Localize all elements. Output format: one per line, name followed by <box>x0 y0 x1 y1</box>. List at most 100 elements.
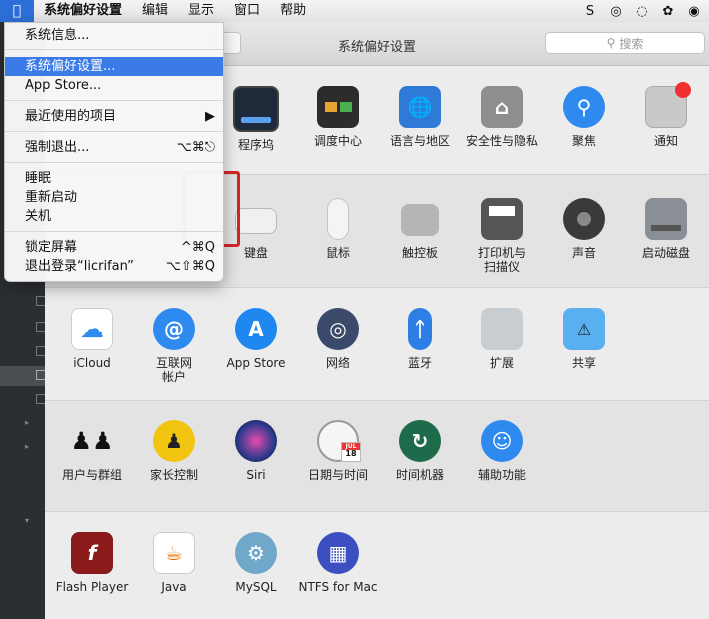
pane-label: 家长控制 <box>149 468 198 482</box>
menu-help[interactable]: 帮助 <box>270 0 316 22</box>
siri-icon <box>235 420 277 462</box>
trackpad-icon <box>401 204 439 236</box>
pane-language-region[interactable]: 🌐 语言与地区 <box>379 86 461 148</box>
sharing-folder-icon: ⚠ <box>563 308 605 350</box>
notifications-icon <box>645 82 691 128</box>
pane-label: 触控板 <box>401 246 438 260</box>
calendar-day: 18 <box>345 449 357 458</box>
flash-icon: f <box>71 532 113 574</box>
ntfs-icon: ▦ <box>317 532 359 574</box>
pane-label: 程序坞 <box>237 138 274 152</box>
pane-date-time[interactable]: JUL 18 日期与时间 <box>297 420 379 482</box>
parental-controls-icon: ♟ <box>153 420 195 462</box>
menu-item-force-quit[interactable]: 强制退出... ⌥⌘⎋ <box>5 138 223 157</box>
menu-item-restart[interactable]: 重新启动 <box>5 188 223 207</box>
pane-startup-disk[interactable]: 启动磁盘 <box>625 198 707 260</box>
pane-mysql[interactable]: ⚙ MySQL <box>215 532 297 594</box>
globe-flag-icon: 🌐 <box>399 86 441 128</box>
network-globe-icon: ◎ <box>317 308 359 350</box>
tray-chat-icon[interactable]: ◌ <box>633 4 651 19</box>
pane-parental-controls[interactable]: ♟ 家长控制 <box>133 420 215 482</box>
disclosure-triangle-icon[interactable]: ▸ <box>25 418 29 427</box>
submenu-arrow-icon: ▶ <box>205 109 215 124</box>
pane-icloud[interactable]: ☁ iCloud <box>51 308 133 370</box>
menu-item-lock-screen[interactable]: 锁定屏幕 ^⌘Q <box>5 238 223 257</box>
pane-label: MySQL <box>235 580 277 594</box>
app-store-icon: A <box>235 308 277 350</box>
shortcut-label: ⌥⇧⌘Q <box>165 259 215 274</box>
pane-bluetooth[interactable]: ᛏ 蓝牙 <box>379 308 461 370</box>
status-tray: S ◎ ◌ ✿ ◉ <box>581 0 703 22</box>
apple-menu-icon[interactable]:  <box>0 0 34 22</box>
pane-notifications[interactable]: 通知 <box>625 82 707 148</box>
menu-system-preferences[interactable]: 系统偏好设置 <box>34 0 132 22</box>
pane-label: 启动磁盘 <box>641 246 690 260</box>
pane-label: 时间机器 <box>395 468 444 482</box>
menu-item-shutdown[interactable]: 关机 <box>5 207 223 226</box>
menu-separator <box>5 49 223 50</box>
tray-app-icon[interactable]: ◎ <box>607 4 625 19</box>
pane-label: 声音 <box>571 246 596 260</box>
pane-extensions[interactable]: 扩展 <box>461 308 543 370</box>
pane-mouse[interactable]: 鼠标 <box>297 198 379 260</box>
menu-item-system-preferences[interactable]: 系统偏好设置... <box>5 57 223 76</box>
menu-separator <box>5 231 223 232</box>
menu-edit[interactable]: 编辑 <box>132 0 178 22</box>
pane-label: iCloud <box>73 356 111 370</box>
menu-item-recent-items[interactable]: 最近使用的项目 ▶ <box>5 107 223 126</box>
tray-s-icon[interactable]: S <box>581 4 599 19</box>
pane-app-store[interactable]: A App Store <box>215 308 297 370</box>
pane-time-machine[interactable]: ↻ 时间机器 <box>379 420 461 482</box>
pane-label: 语言与地区 <box>389 134 450 148</box>
pane-security-privacy[interactable]: ⌂ 安全性与隐私 <box>461 86 543 148</box>
pane-label: 安全性与隐私 <box>465 134 538 148</box>
pane-siri[interactable]: Siri <box>215 420 297 482</box>
pane-network[interactable]: ◎ 网络 <box>297 308 379 370</box>
at-sign-icon: @ <box>153 308 195 350</box>
dock-icon <box>233 86 279 132</box>
puzzle-icon <box>481 308 523 350</box>
speaker-icon <box>563 198 605 240</box>
pane-ntfs-for-mac[interactable]: ▦ NTFS for Mac <box>297 532 379 594</box>
disk-icon <box>645 198 687 240</box>
mysql-icon: ⚙ <box>235 532 277 574</box>
printer-icon <box>481 198 523 240</box>
pane-label: 调度中心 <box>313 134 362 148</box>
pane-label: 通知 <box>653 134 678 148</box>
menu-item-app-store[interactable]: App Store... <box>5 76 223 95</box>
pane-printers-scanners[interactable]: 打印机与 扫描仪 <box>461 198 543 274</box>
menu-item-log-out[interactable]: 退出登录“licrifan” ⌥⇧⌘Q <box>5 257 223 276</box>
pane-java[interactable]: ☕ Java <box>133 532 215 594</box>
disclosure-triangle-icon[interactable]: ▾ <box>25 516 29 525</box>
menu-view[interactable]: 显示 <box>178 0 224 22</box>
pane-users-groups[interactable]: ♟♟ 用户与群组 <box>51 420 133 482</box>
menu-item-about[interactable]: 系统信息... <box>5 26 223 45</box>
menu-item-sleep[interactable]: 睡眠 <box>5 169 223 188</box>
pane-accessibility[interactable]: ☺ 辅助功能 <box>461 420 543 482</box>
menu-separator <box>5 162 223 163</box>
pane-internet-accounts[interactable]: @ 互联网 帐户 <box>133 308 215 384</box>
pane-label: 聚焦 <box>571 134 596 148</box>
menu-bar:  系统偏好设置 编辑 显示 窗口 帮助 S ◎ ◌ ✿ ◉ <box>0 0 709 23</box>
pane-sound[interactable]: 声音 <box>543 198 625 260</box>
pane-spotlight[interactable]: ⚲ 聚焦 <box>543 86 625 148</box>
pane-label: 网络 <box>325 356 350 370</box>
menu-window[interactable]: 窗口 <box>224 0 270 22</box>
search-field[interactable]: ⚲ 搜索 <box>545 32 705 54</box>
pane-label: App Store <box>226 356 286 370</box>
pane-sharing[interactable]: ⚠ 共享 <box>543 308 625 370</box>
search-placeholder: 搜索 <box>619 36 644 51</box>
tray-wechat-icon[interactable]: ✿ <box>659 4 677 19</box>
pane-label: 用户与群组 <box>61 468 122 482</box>
disclosure-triangle-icon[interactable]: ▸ <box>25 442 29 451</box>
accessibility-icon: ☺ <box>481 420 523 462</box>
time-machine-icon: ↻ <box>399 420 441 462</box>
pane-mission-control[interactable]: 调度中心 <box>297 86 379 148</box>
pane-flash-player[interactable]: f Flash Player <box>51 532 133 594</box>
pane-dock[interactable]: 程序坞 <box>215 86 297 152</box>
shortcut-label: ^⌘Q <box>180 240 215 255</box>
pane-trackpad[interactable]: 触控板 <box>379 198 461 260</box>
tray-volume-icon[interactable]: ◉ <box>685 4 703 19</box>
bluetooth-icon: ᛏ <box>408 308 432 350</box>
java-cup-icon: ☕ <box>153 532 195 574</box>
